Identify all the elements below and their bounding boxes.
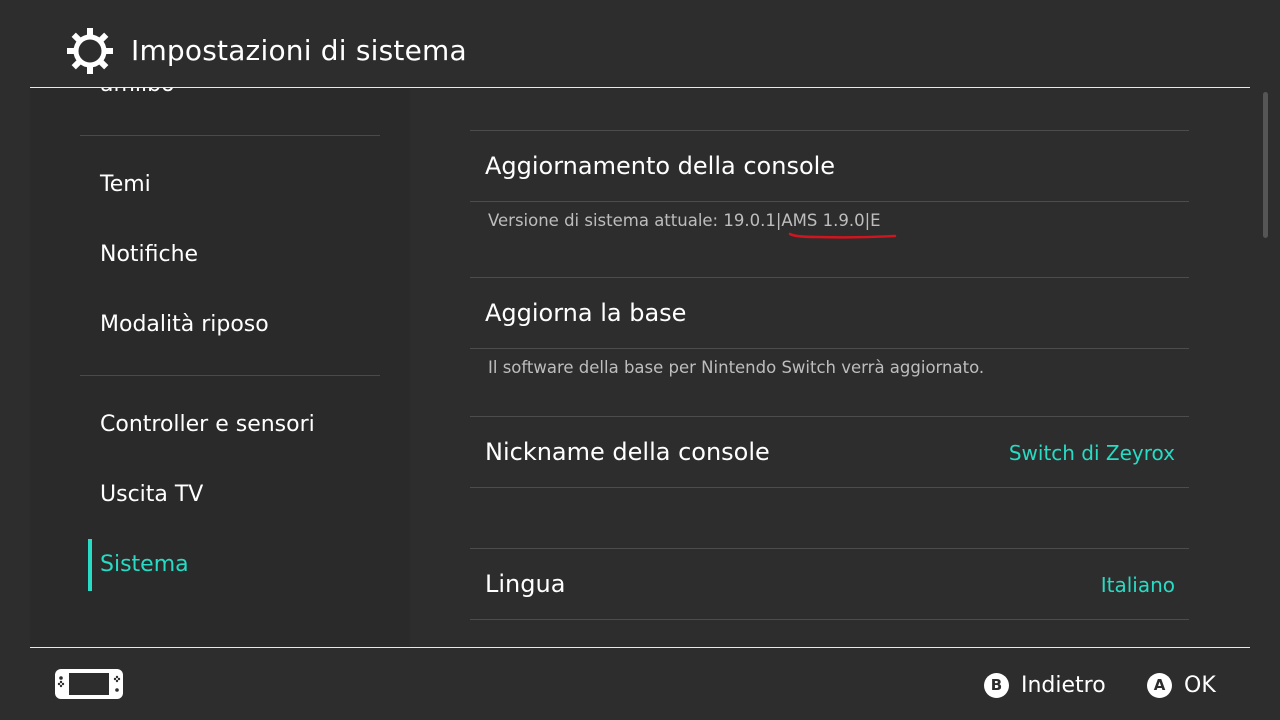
sidebar-item-amiibo[interactable]: amiibo [100,88,175,100]
red-underline-annotation [788,232,897,239]
sidebar-divider [80,135,380,136]
sidebar-item-notifications[interactable]: Notifiche [100,240,198,270]
ok-label: OK [1184,672,1216,698]
console-update-label: Aggiornamento della console [485,152,836,180]
footer-divider [30,647,1250,648]
settings-sidebar: amiibo Temi Notifiche Modalità riposo Co… [30,88,410,647]
system-settings-panel: Aggiornamento della console Versione di … [410,88,1250,647]
ok-button[interactable]: A OK [1147,670,1216,700]
gear-icon [67,28,113,74]
sidebar-item-tv-output[interactable]: Uscita TV [100,480,203,510]
sidebar-item-themes[interactable]: Temi [100,170,151,200]
header-bar: Impostazioni di sistema [0,0,1280,88]
row-divider [470,619,1189,620]
language-value: Italiano [1100,573,1175,597]
header-divider [30,87,1250,88]
sidebar-item-controllers[interactable]: Controller e sensori [100,410,315,440]
back-label: Indietro [1021,672,1106,698]
sidebar-item-sleep-mode[interactable]: Modalità riposo [100,310,269,340]
b-button-icon: B [984,672,1009,698]
dock-update-description: Il software della base per Nintendo Swit… [488,358,985,377]
nickname-value: Switch di Zeyrox [1008,441,1175,465]
page-title: Impostazioni di sistema [131,34,467,67]
row-divider [470,348,1189,349]
a-button-icon: A [1147,672,1172,698]
active-item-indicator [88,539,92,591]
scrollbar[interactable] [1263,92,1268,238]
nickname-label: Nickname della console [485,438,770,466]
system-version-text: Versione di sistema attuale: 19.0.1|AMS … [488,211,881,230]
sidebar-divider [80,375,380,376]
language-label: Lingua [485,570,566,598]
dock-update-label: Aggiorna la base [485,299,687,327]
row-divider [470,487,1189,488]
back-button[interactable]: B Indietro [984,670,1106,700]
sidebar-item-system[interactable]: Sistema [100,550,189,580]
switch-console-icon [55,669,123,699]
language-row[interactable] [470,549,1189,619]
row-divider [470,201,1189,202]
